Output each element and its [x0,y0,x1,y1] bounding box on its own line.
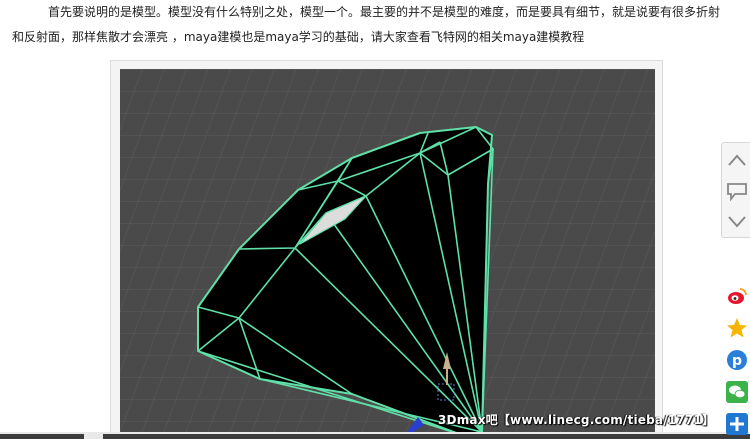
article-paragraph: 首先要说明的是模型。模型没有什么特别之处，模型一个。最主要的并不是模型的难度，而… [12,0,750,50]
chevron-down-icon [727,216,746,228]
bottom-scroll-strip [0,432,750,439]
share-more-button[interactable] [724,411,750,437]
chevron-up-icon [727,154,746,166]
share-wechat-button[interactable] [724,379,750,405]
article-line-2: 和反射面，那样焦散才会漂亮 ，maya建模也是maya学习的基础，请大家查看飞特… [12,30,585,44]
weibo-icon [728,288,747,304]
wechat-icon [726,381,748,403]
bottom-strip-segment [103,434,750,439]
scroll-up-button[interactable] [722,145,750,175]
comment-button[interactable] [722,176,750,206]
comment-icon [726,183,747,201]
share-weibo-button[interactable] [724,283,750,309]
image-watermark: 3Dmax吧【www.linecg.com/tieba/1771】 [438,413,715,427]
scroll-down-button[interactable] [722,207,750,237]
share-pinterest-button[interactable]: p [724,347,750,373]
side-navigation [721,142,750,238]
bottom-strip-segment [0,434,84,439]
svg-text:p: p [732,353,742,369]
pinterest-icon: p [727,350,747,370]
plus-icon [726,413,748,435]
share-qzone-button[interactable] [724,315,750,341]
article-line-1: 首先要说明的是模型。模型没有什么特别之处，模型一个。最主要的并不是模型的难度，而… [48,5,721,19]
maya-viewport-image [120,69,655,439]
share-toolbar: p [724,283,750,439]
qzone-star-icon [727,318,747,338]
